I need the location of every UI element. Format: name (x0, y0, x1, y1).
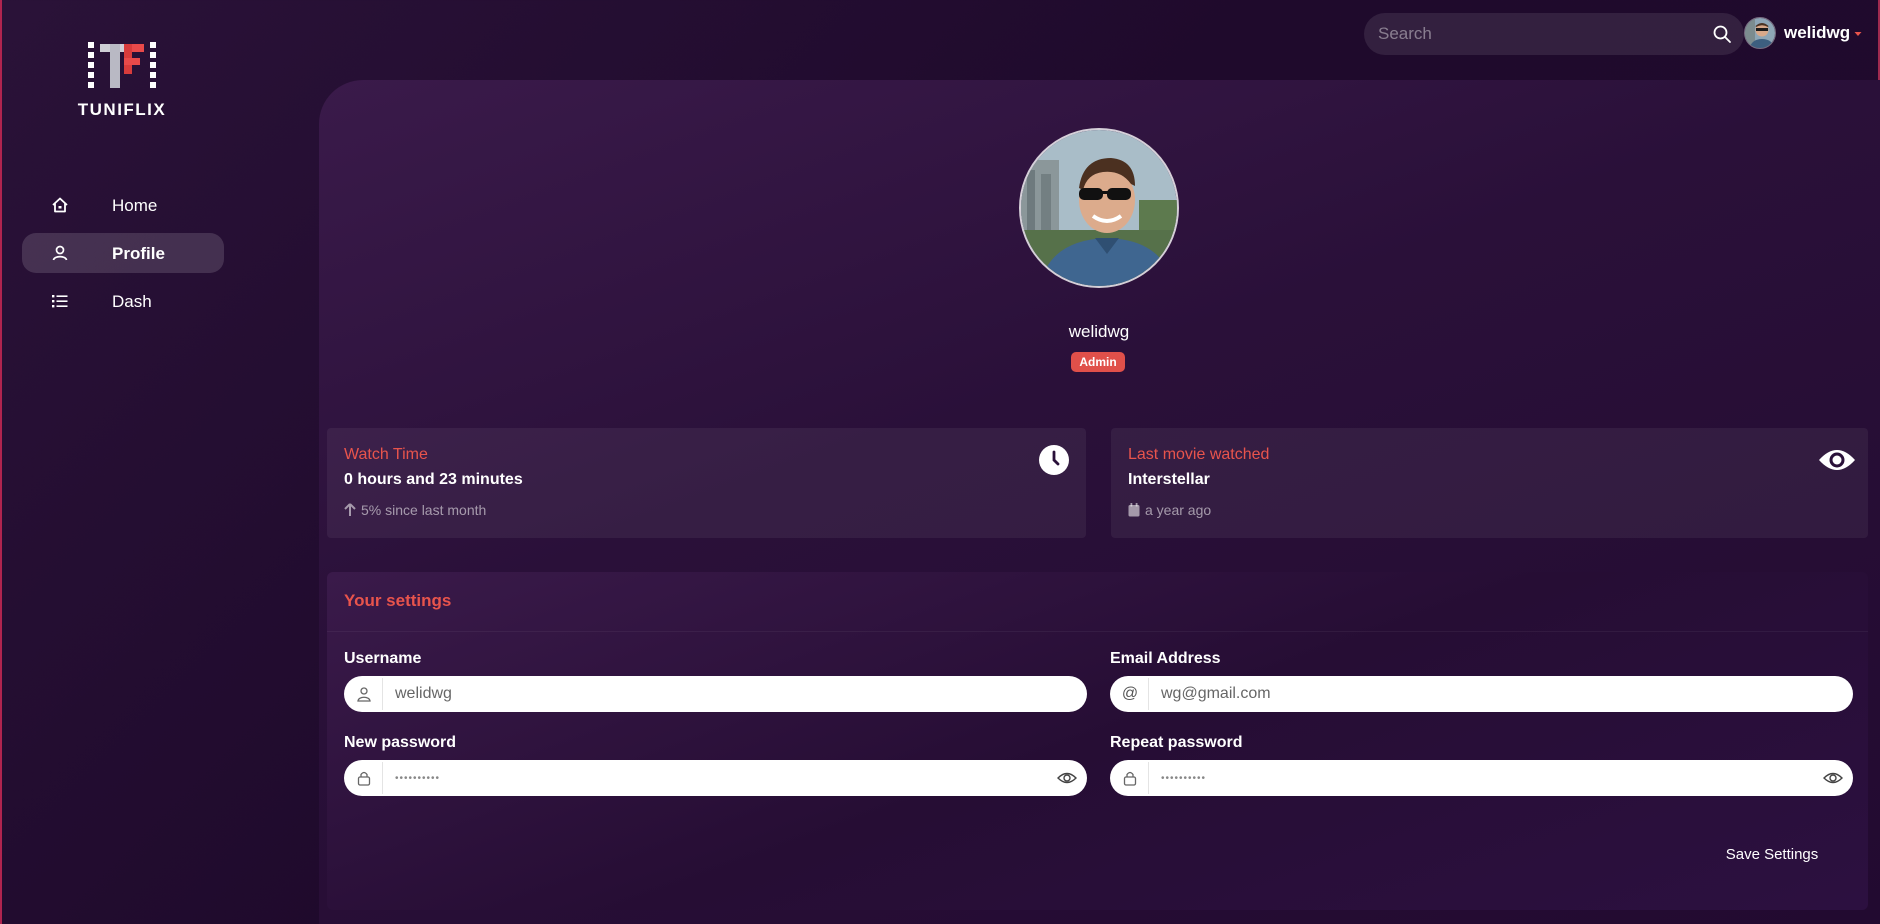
role-badge: Admin (1071, 352, 1125, 372)
watch-time-card: Watch Time 0 hours and 23 minutes 5% sin… (327, 428, 1086, 538)
last-movie-sub: a year ago (1128, 502, 1211, 518)
user-menu[interactable]: welidwg (1744, 16, 1864, 50)
new-password-input[interactable] (382, 762, 1042, 794)
watch-time-sub: 5% since last month (344, 502, 486, 518)
watch-time-title: Watch Time (344, 446, 428, 463)
at-icon: @ (1121, 685, 1139, 702)
sidebar: TUNIFLIX Home Profile Dash (2, 0, 242, 924)
tuniflix-logo-icon (88, 42, 156, 88)
eye-icon (1819, 450, 1855, 470)
repeat-password-input[interactable] (1148, 762, 1808, 794)
sidebar-item-label: Dash (112, 292, 152, 311)
username-input[interactable] (382, 678, 1072, 710)
repeat-password-box (1110, 760, 1853, 796)
search-bar (1364, 13, 1744, 55)
eye-icon[interactable] (1823, 769, 1843, 787)
email-input[interactable] (1148, 678, 1838, 710)
email-box: @ (1110, 676, 1853, 712)
list-icon (50, 291, 70, 311)
sidebar-item-home[interactable]: Home (22, 185, 224, 225)
user-icon (354, 684, 374, 704)
calendar-icon (1128, 503, 1140, 517)
search-input[interactable] (1378, 22, 1678, 46)
app-logo[interactable]: TUNIFLIX (78, 38, 165, 122)
search-icon[interactable] (1712, 24, 1732, 44)
username-box (344, 676, 1087, 712)
clock-icon (1039, 445, 1069, 475)
app-logo-text: TUNIFLIX (77, 100, 167, 119)
user-icon (50, 243, 70, 263)
sidebar-nav: Home Profile Dash (22, 185, 224, 329)
arrow-up-icon (344, 503, 356, 516)
profile-avatar (1019, 128, 1179, 288)
lock-icon (1120, 768, 1140, 788)
main-panel: welidwg Admin Watch Time 0 hours and 23 … (319, 80, 1880, 924)
avatar (1744, 17, 1776, 49)
settings-title: Your settings (344, 591, 452, 610)
watch-time-value: 0 hours and 23 minutes (344, 471, 523, 488)
last-movie-time: a year ago (1145, 502, 1212, 518)
save-settings-button[interactable]: Save Settings (1712, 840, 1832, 868)
email-label: Email Address (1110, 650, 1221, 667)
sidebar-item-dash[interactable]: Dash (22, 281, 224, 321)
last-movie-value: Interstellar (1128, 471, 1210, 488)
watch-time-change: 5% since last month (361, 502, 487, 518)
sidebar-item-profile[interactable]: Profile (22, 233, 224, 273)
last-movie-card: Last movie watched Interstellar a year a… (1111, 428, 1868, 538)
user-name: welidwg (1784, 23, 1851, 42)
username-label: Username (344, 650, 422, 667)
chevron-down-icon (1854, 32, 1862, 36)
repeat-password-label: Repeat password (1110, 734, 1243, 751)
lock-icon (354, 768, 374, 788)
new-password-box (344, 760, 1087, 796)
settings-card: Your settings Username Email Address @ N… (327, 572, 1868, 910)
new-password-label: New password (344, 734, 457, 751)
sidebar-item-label: Profile (112, 244, 165, 263)
sidebar-item-label: Home (112, 196, 158, 215)
settings-header: Your settings (327, 572, 1868, 632)
last-movie-title: Last movie watched (1128, 446, 1270, 463)
profile-name: welidwg (1068, 322, 1130, 341)
home-icon (50, 195, 70, 215)
eye-icon[interactable] (1057, 769, 1077, 787)
